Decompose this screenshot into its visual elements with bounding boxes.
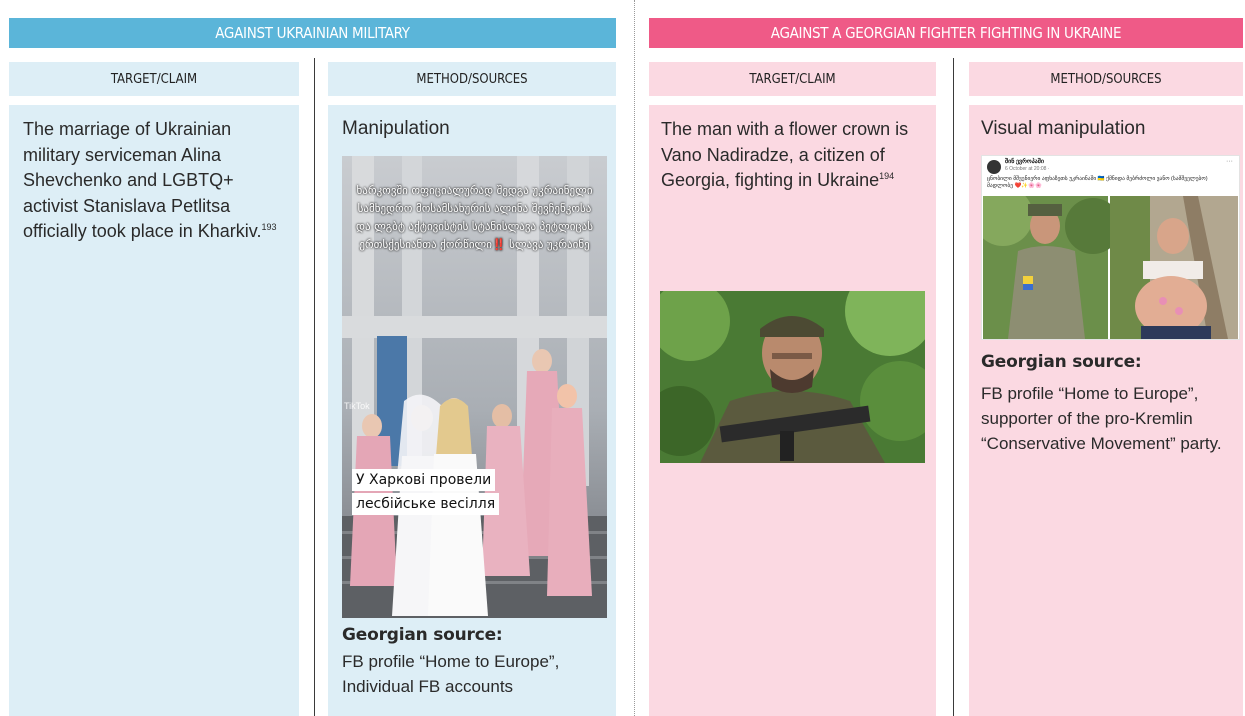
tiktok-watermark: TikTok [344,401,370,411]
ukrainian-caption-line-1: У Харкові провели [352,469,496,491]
post-text: ცნობილი მშვენიერი აფხაზეთს უკრაინაში 🇺🇦 … [987,176,1208,189]
source-body-right: FB profile “Home to Europe”, supporter o… [981,384,1222,453]
method-label-left: Manipulation [342,118,450,139]
claim-text-right: The man with a flower crown is Vano Nadi… [661,119,909,190]
wedding-video-image: ხარკოვში ოფიციალურად შედგა უკრაინელი სამ… [342,156,607,618]
post-author: შინ ევროპაში [1005,159,1044,165]
fb-post-image: შინ ევროპაში 6 October at 20:08 · ··· ცნ… [981,155,1240,340]
avatar [987,160,1001,174]
georgian-caption: ხარკოვში ოფიციალურად შედგა უკრაინელი სამ… [355,184,594,251]
footnote-ref-194: 194 [879,171,895,181]
footnote-ref-193: 193 [261,222,277,232]
method-label-right: Visual manipulation [981,118,1146,139]
more-options-icon: ··· [1226,158,1233,165]
ukrainian-caption-line-2: лесбійське весілля [352,493,500,515]
section-header-georgian-fighter: AGAINST A GEORGIAN FIGHTER FIGHTING IN U… [649,18,1243,48]
col-header-target-right: TARGET/CLAIM [649,62,936,96]
section-header-ukrainian-military: AGAINST UKRAINIAN MILITARY [9,18,616,48]
col-header-target-left: TARGET/CLAIM [9,62,299,96]
post-date: 6 October at 20:08 · [1005,166,1050,172]
claim-text-left: The marriage of Ukrainian military servi… [23,119,277,241]
col-header-method-right: METHOD/SOURCES [969,62,1243,96]
column-divider-right [953,58,954,716]
source-title-right: Georgian source: [981,352,1142,372]
source-body-left: FB profile “Home to Europe”, Individual … [342,652,560,696]
column-divider-left [314,58,315,716]
source-title-left: Georgian source: [342,625,503,645]
soldier-photo [660,291,925,463]
section-divider [634,0,635,716]
col-header-method-left: METHOD/SOURCES [328,62,616,96]
